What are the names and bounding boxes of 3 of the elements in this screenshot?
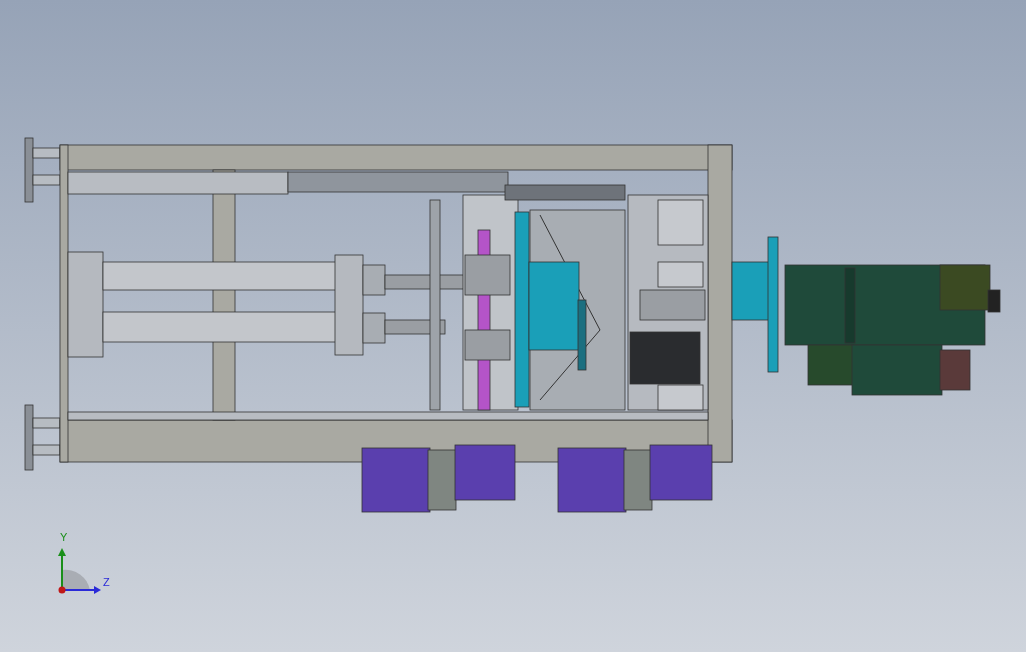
axis-triad-icon [58, 548, 101, 594]
axis-label: Z [103, 576, 110, 588]
axis-label: Y [60, 531, 68, 543]
